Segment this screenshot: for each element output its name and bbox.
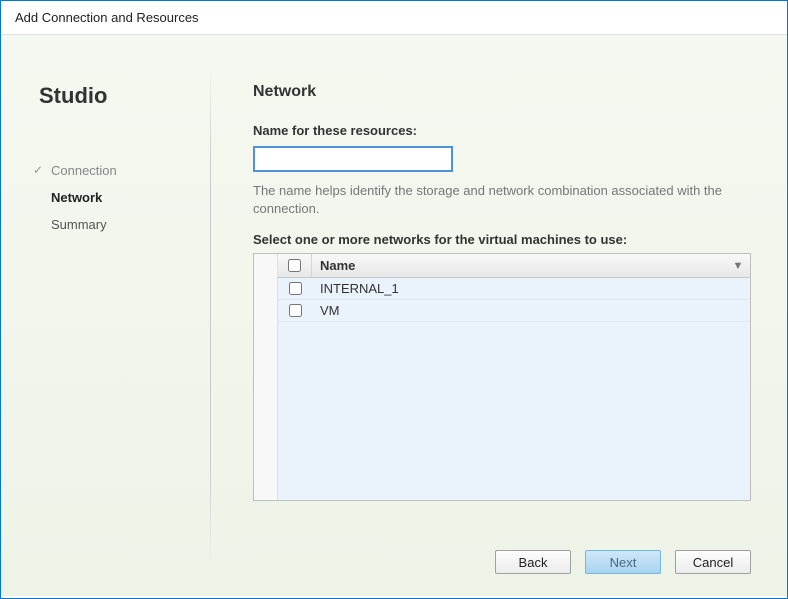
- step-summary[interactable]: Summary: [39, 211, 211, 238]
- step-connection[interactable]: ✓ Connection: [39, 157, 211, 184]
- grid-header-checkbox-cell: [278, 254, 312, 277]
- next-button[interactable]: Next: [585, 550, 661, 574]
- wizard-steps: ✓ Connection Network Summary: [39, 157, 211, 238]
- step-label: Summary: [51, 217, 107, 232]
- name-field-label: Name for these resources:: [253, 123, 751, 138]
- networks-grid-label: Select one or more networks for the virt…: [253, 232, 751, 247]
- network-row-checkbox[interactable]: [289, 282, 302, 295]
- step-network[interactable]: Network: [39, 184, 211, 211]
- wizard-footer: Back Next Cancel: [253, 530, 751, 596]
- sidebar-heading: Studio: [39, 83, 211, 109]
- table-row[interactable]: VM: [278, 300, 750, 322]
- network-row-name: INTERNAL_1: [312, 281, 750, 296]
- sidebar: Studio ✓ Connection Network Summary: [1, 35, 211, 596]
- main-area: Studio ✓ Connection Network Summary Netw…: [1, 35, 787, 596]
- name-field-help: The name helps identify the storage and …: [253, 182, 751, 218]
- sort-arrow-icon[interactable]: ▼: [726, 260, 750, 272]
- grid-body: Name ▼ INTERNAL_1 VM: [278, 254, 750, 500]
- grid-header-row: Name ▼: [278, 254, 750, 278]
- step-label: Network: [51, 190, 102, 205]
- networks-grid: Name ▼ INTERNAL_1 VM: [253, 253, 751, 501]
- resource-name-input[interactable]: [253, 146, 453, 172]
- step-label: Connection: [51, 163, 117, 178]
- window-title: Add Connection and Resources: [1, 1, 787, 35]
- network-row-checkbox[interactable]: [289, 304, 302, 317]
- sidebar-divider: [210, 65, 211, 566]
- table-row[interactable]: INTERNAL_1: [278, 278, 750, 300]
- cancel-button[interactable]: Cancel: [675, 550, 751, 574]
- back-button[interactable]: Back: [495, 550, 571, 574]
- check-icon: ✓: [33, 163, 43, 177]
- grid-gutter: [254, 254, 278, 500]
- content-panel: Network Name for these resources: The na…: [211, 35, 787, 596]
- network-row-name: VM: [312, 303, 750, 318]
- page-heading: Network: [253, 83, 751, 101]
- grid-header-name[interactable]: Name: [312, 258, 726, 273]
- select-all-checkbox[interactable]: [288, 259, 301, 272]
